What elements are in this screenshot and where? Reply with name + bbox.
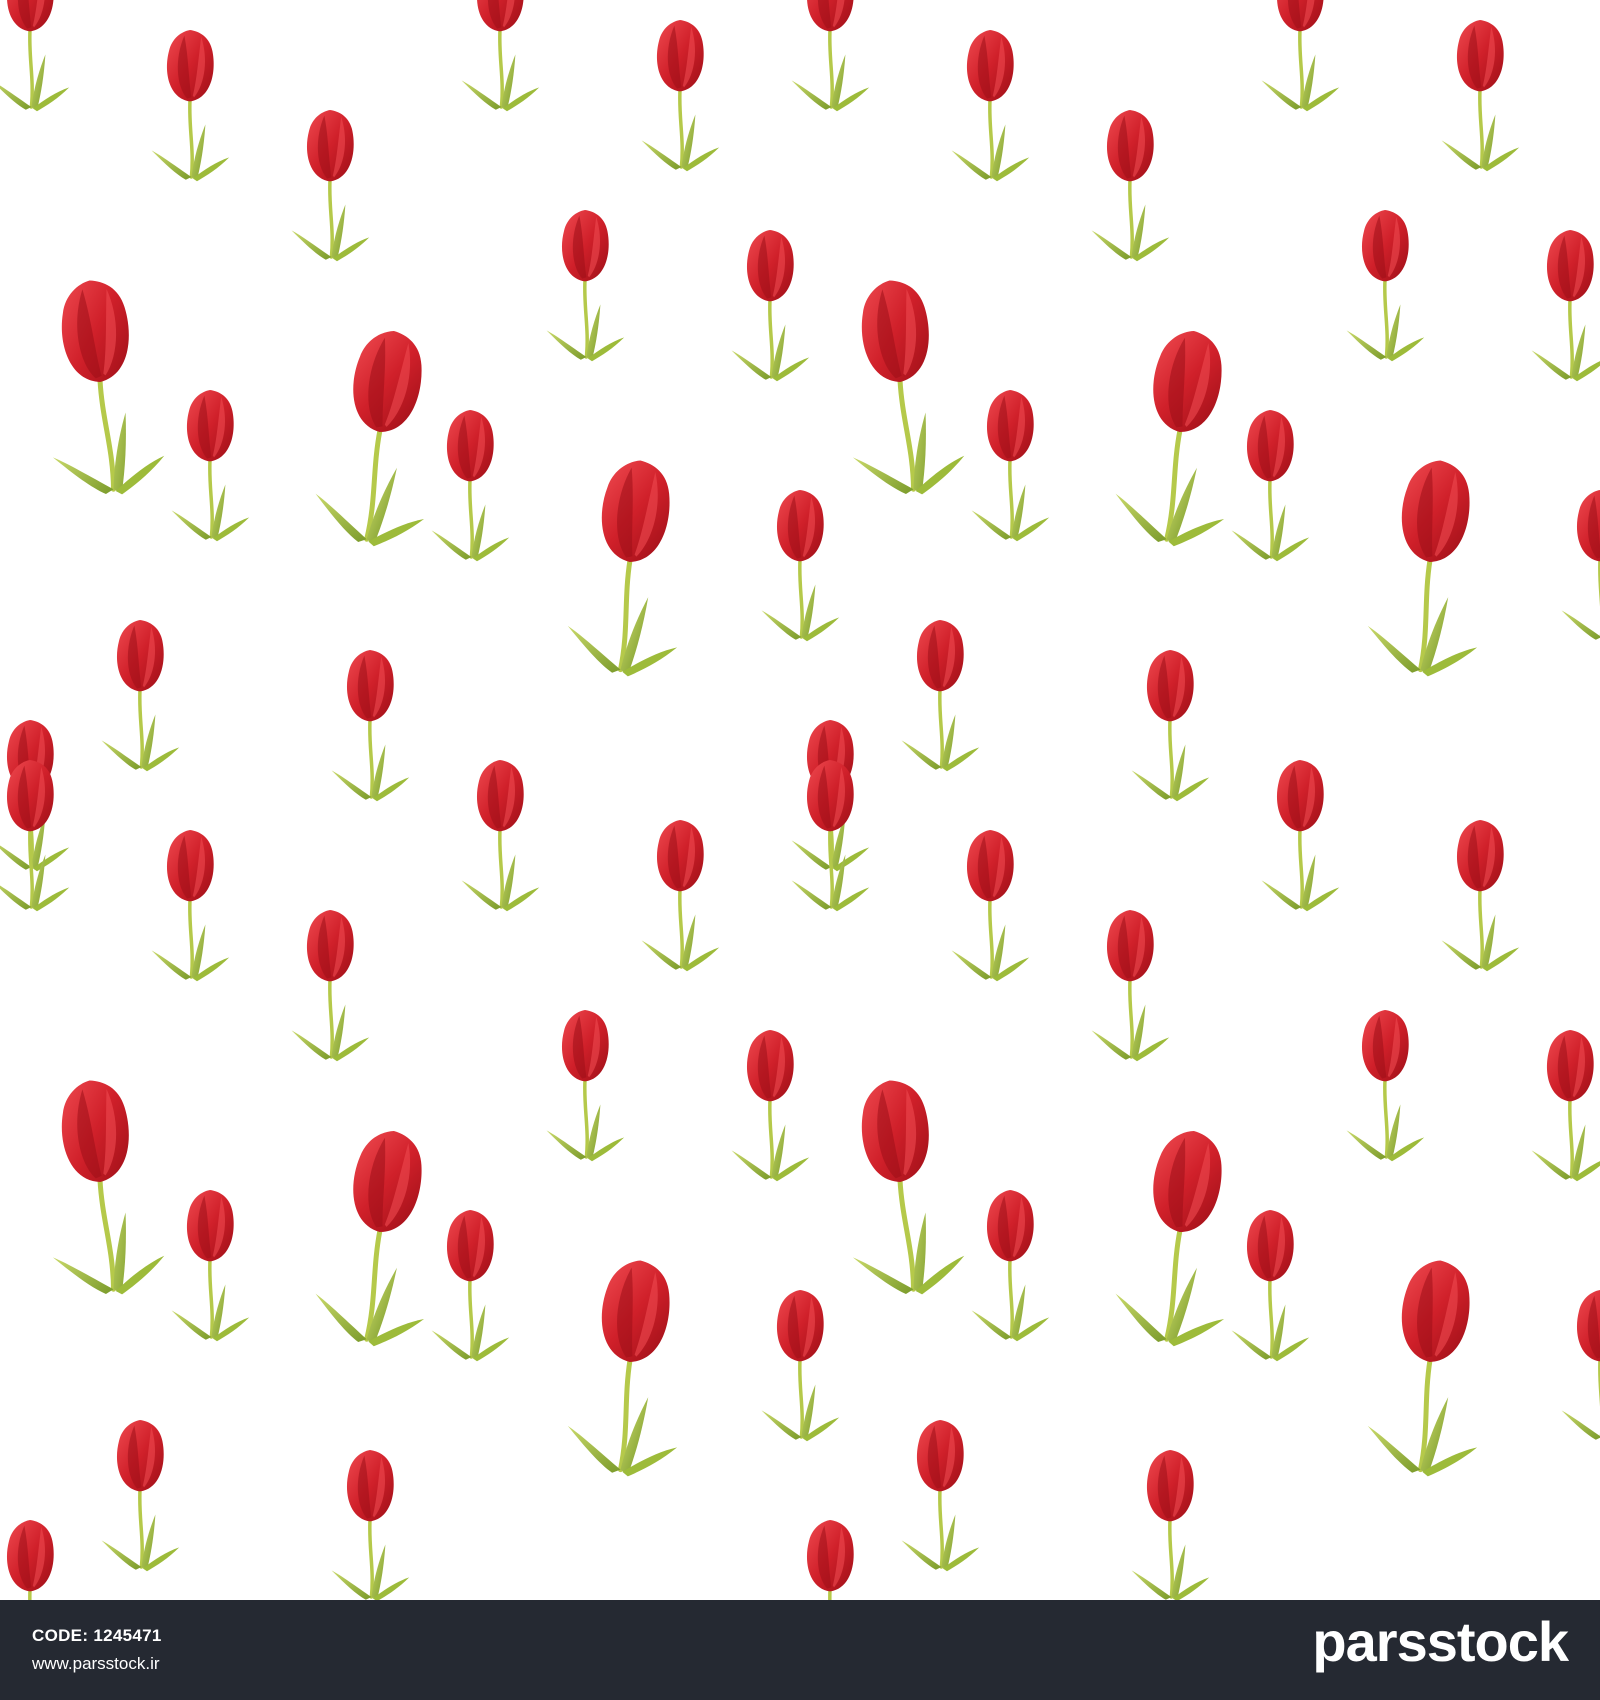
tulip-flower xyxy=(1259,0,1341,113)
tulip-flower xyxy=(289,908,371,1063)
tulip-flower xyxy=(1229,408,1311,563)
tulip-flower xyxy=(35,275,168,501)
tulip-flower xyxy=(99,618,181,773)
tulip-flower xyxy=(309,1123,449,1352)
tulip-flower xyxy=(0,0,71,113)
tulip-flower xyxy=(169,388,251,543)
tulip-flower xyxy=(1089,908,1171,1063)
tulip-flower xyxy=(35,1075,168,1301)
tulip-flower xyxy=(1109,1123,1249,1352)
tulip-flower xyxy=(544,1008,626,1163)
tulip-flower xyxy=(99,1418,181,1573)
stock-footer: CODE: 1245471 www.parsstock.ir parsstock xyxy=(0,1600,1600,1700)
tulip-flower xyxy=(169,1188,251,1343)
tulip-flower xyxy=(1344,208,1426,363)
tulip-flower xyxy=(1259,758,1341,913)
tulip-flower xyxy=(289,108,371,263)
tulip-flower xyxy=(1363,1255,1496,1481)
tulip-flower xyxy=(729,1028,811,1183)
tulip-flower xyxy=(1089,108,1171,263)
tulip-flower xyxy=(1529,228,1600,383)
tulip-flower xyxy=(563,1255,696,1481)
tulip-flower xyxy=(1229,1208,1311,1363)
tulip-flower xyxy=(949,828,1031,983)
tulip-flower xyxy=(1363,455,1496,681)
tulip-flower xyxy=(563,455,696,681)
tulip-flower xyxy=(639,818,721,973)
tulip-flower xyxy=(789,1518,871,1600)
tulip-flower xyxy=(1439,18,1521,173)
tulip-flower xyxy=(0,1518,71,1600)
tulip-pattern-svg xyxy=(0,0,1600,1600)
tulip-flower xyxy=(789,758,871,913)
tulip-flower xyxy=(149,828,231,983)
brand-logo: parsstock xyxy=(1312,1610,1569,1673)
tulip-flower xyxy=(835,275,968,501)
tulip-flower xyxy=(789,0,871,113)
tulip-flower xyxy=(639,18,721,173)
code-value: 1245471 xyxy=(93,1626,162,1645)
tulip-flower xyxy=(899,1418,981,1573)
tulip-flower xyxy=(1529,1028,1600,1183)
tulip-flower xyxy=(949,28,1031,183)
code-line: CODE: 1245471 xyxy=(32,1626,162,1646)
tulip-flower xyxy=(1129,1448,1211,1600)
tulip-flower xyxy=(429,1208,511,1363)
site-url: www.parsstock.ir xyxy=(32,1654,160,1673)
tulip-flower xyxy=(759,488,841,643)
tulip-flower xyxy=(329,648,411,803)
tulip-flower xyxy=(544,208,626,363)
code-label: CODE: xyxy=(32,1626,89,1645)
tulip-flower xyxy=(899,618,981,773)
tulip-flower xyxy=(1109,323,1249,552)
tulip-flower xyxy=(1344,1008,1426,1163)
tulip-flower xyxy=(1559,488,1600,643)
tulip-flower xyxy=(329,1448,411,1600)
tulip-flower xyxy=(969,1188,1051,1343)
tulip-pattern-image xyxy=(0,0,1600,1600)
tulip-flower xyxy=(459,758,541,913)
tulip-flower xyxy=(429,408,511,563)
tulip-flower xyxy=(969,388,1051,543)
tulip-flower xyxy=(1559,1288,1600,1443)
tulip-flower xyxy=(459,0,541,113)
tulip-flower xyxy=(729,228,811,383)
tulip-flower xyxy=(309,323,449,552)
tulip-flower xyxy=(835,1075,968,1301)
tulip-flower xyxy=(1439,818,1521,973)
tulip-flower xyxy=(759,1288,841,1443)
tulip-flower xyxy=(1129,648,1211,803)
tulip-flower xyxy=(0,758,71,913)
tulip-flower xyxy=(149,28,231,183)
